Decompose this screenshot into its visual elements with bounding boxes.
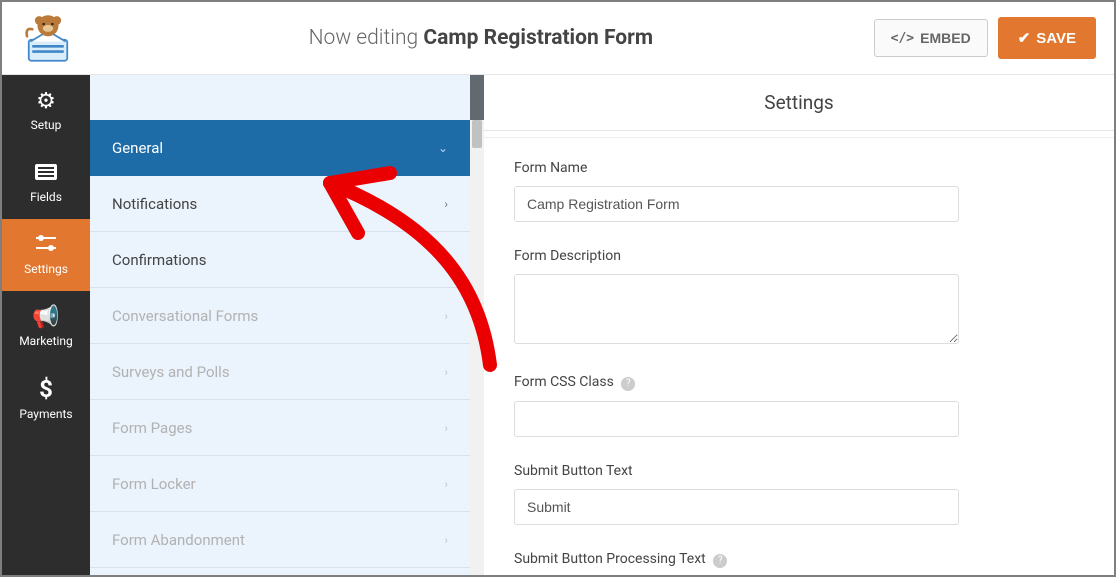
list-icon <box>35 163 57 185</box>
sidenav-item-setup[interactable]: ⚙ Setup <box>2 75 90 147</box>
nav-label: Notifications <box>112 195 197 213</box>
nav-label: Form Abandonment <box>112 531 245 549</box>
sidenav-label: Settings <box>24 262 68 276</box>
sidenav-label: Setup <box>31 118 62 132</box>
content-title: Settings <box>484 75 1114 131</box>
form-css-input[interactable] <box>514 401 959 437</box>
chevron-right-icon: › <box>444 365 448 379</box>
scrollbar[interactable] <box>470 120 484 575</box>
sidenav-label: Marketing <box>19 334 73 348</box>
chevron-right-icon: › <box>444 309 448 323</box>
submit-text-label: Submit Button Text <box>514 463 1084 479</box>
nav-label: Surveys and Polls <box>112 363 230 381</box>
side-nav: ⚙ Setup Fields Settings 📢 Marketing $ <box>2 75 90 575</box>
sidenav-item-marketing[interactable]: 📢 Marketing <box>2 291 90 363</box>
page-title: Now editing Camp Registration Form <box>88 26 874 50</box>
gear-icon: ⚙ <box>36 91 56 113</box>
nav-label: General <box>112 139 163 157</box>
app-logo <box>20 10 76 66</box>
form-name-input[interactable] <box>514 186 959 222</box>
settings-nav-form-locker[interactable]: Form Locker › <box>90 456 470 512</box>
settings-nav-form-pages[interactable]: Form Pages › <box>90 400 470 456</box>
chevron-right-icon: › <box>444 533 448 547</box>
dollar-icon: $ <box>39 377 53 402</box>
form-description-textarea[interactable] <box>514 274 959 344</box>
embed-button[interactable]: </> EMBED <box>874 19 988 57</box>
check-icon: ✔ <box>1018 29 1031 47</box>
scrollbar-thumb[interactable] <box>472 120 482 148</box>
form-description-label: Form Description <box>514 248 1084 264</box>
settings-nav-form-abandonment[interactable]: Form Abandonment › <box>90 512 470 568</box>
form-name-label: Form Name <box>514 160 1084 176</box>
submit-processing-label: Submit Button Processing Text ? <box>514 551 1084 568</box>
help-icon[interactable]: ? <box>621 377 635 391</box>
settings-nav-confirmations[interactable]: Confirmations › <box>90 232 470 288</box>
nav-label: Form Pages <box>112 419 192 437</box>
settings-nav-conversational[interactable]: Conversational Forms › <box>90 288 470 344</box>
sidenav-item-settings[interactable]: Settings <box>2 219 90 291</box>
help-icon[interactable]: ? <box>713 554 727 568</box>
sidenav-item-fields[interactable]: Fields <box>2 147 90 219</box>
nav-label: Conversational Forms <box>112 307 258 325</box>
chevron-right-icon: › <box>444 421 448 435</box>
nav-label: Confirmations <box>112 251 206 269</box>
chevron-right-icon: › <box>444 253 448 267</box>
settings-nav-surveys[interactable]: Surveys and Polls › <box>90 344 470 400</box>
submit-text-input[interactable] <box>514 489 959 525</box>
chevron-down-icon: ⌄ <box>438 141 448 155</box>
chevron-right-icon: › <box>444 477 448 491</box>
settings-nav-general[interactable]: General ⌄ <box>90 120 470 176</box>
settings-subnav: General ⌄ Notifications › Confirmations … <box>90 75 484 575</box>
bullhorn-icon: 📢 <box>32 307 59 329</box>
content-area: Settings Form Name Form Description <box>484 75 1114 575</box>
sliders-icon <box>34 234 58 257</box>
top-bar: Now editing Camp Registration Form </> E… <box>2 2 1114 75</box>
chevron-right-icon: › <box>444 197 448 211</box>
sidenav-label: Fields <box>30 190 62 204</box>
sidenav-item-payments[interactable]: $ Payments <box>2 363 90 435</box>
settings-nav-notifications[interactable]: Notifications › <box>90 176 470 232</box>
sidenav-label: Payments <box>19 407 72 421</box>
nav-label: Form Locker <box>112 475 196 493</box>
save-button[interactable]: ✔ SAVE <box>998 17 1096 59</box>
form-css-label: Form CSS Class ? <box>514 374 1084 391</box>
code-icon: </> <box>891 31 914 46</box>
